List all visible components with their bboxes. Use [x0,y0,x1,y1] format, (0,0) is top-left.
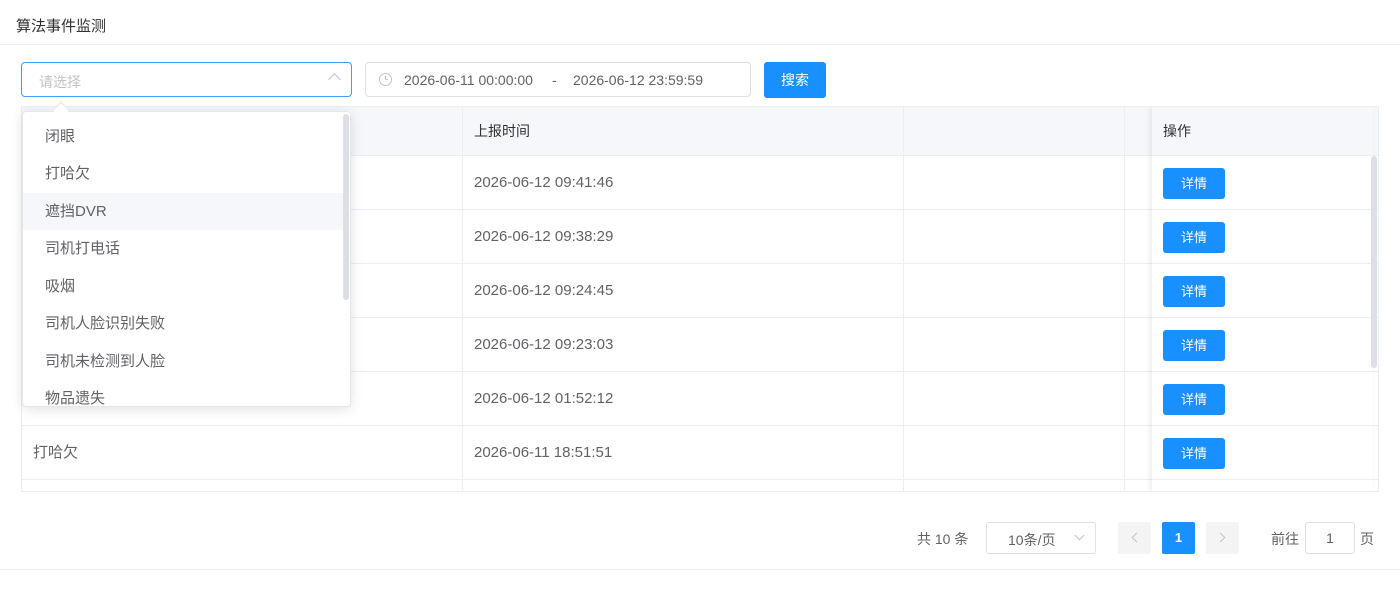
chevron-left-icon [1131,532,1142,543]
event-type-select[interactable]: 请选择 [21,62,352,97]
dropdown-option[interactable]: 司机打电话 [23,230,343,267]
extra-cell [904,264,1125,318]
column-header-extra [904,107,1125,156]
search-button[interactable]: 搜索 [764,62,826,98]
date-separator: - [552,72,557,88]
column-header-action: 操作 [1152,107,1373,156]
time-cell: 2026-06-11 18:51:51 [463,426,904,480]
extra-cell [904,156,1125,210]
detail-button[interactable]: 详情 [1163,438,1225,469]
event-cell [22,480,463,491]
dropdown-option[interactable]: 物品遗失 [23,380,343,406]
time-cell: 2026-06-12 09:41:46 [463,156,904,210]
page-size-value: 10条/页 [1008,532,1056,548]
date-start-input[interactable]: 2026-06-11 00:00:00 [404,72,533,88]
dropdown-option[interactable]: 司机人脸识别失败 [23,305,343,342]
dropdown-option[interactable]: 闭眼 [23,118,343,155]
extra-cell [904,480,1125,491]
chevron-up-icon [328,73,341,86]
action-cell: 详情 [1152,426,1373,480]
page-title: 算法事件监测 [16,18,107,35]
extra-cell [904,318,1125,372]
footer-divider [0,569,1400,570]
goto-label: 前往 [1271,531,1299,547]
action-cell: 详情 [1152,264,1373,318]
detail-button[interactable]: 详情 [1163,330,1225,361]
dropdown-option[interactable]: 遮挡DVR [23,193,343,230]
chevron-right-icon [1215,532,1226,543]
page-header: 算法事件监测 [0,0,1400,45]
extra-cell [904,372,1125,426]
detail-button[interactable]: 详情 [1163,168,1225,199]
page-number-current[interactable]: 1 [1162,522,1195,554]
column-header-time: 上报时间 [463,107,904,156]
action-cell: 详情 [1152,318,1373,372]
event-type-dropdown: 闭眼 打哈欠 遮挡DVR 司机打电话 吸烟 司机人脸识别失败 司机未检测到人脸 … [22,111,351,407]
action-cell: 详情 [1152,372,1373,426]
table-scrollbar[interactable] [1371,156,1377,368]
time-cell: 2026-06-12 09:24:45 [463,264,904,318]
time-cell: 2026-06-12 09:38:29 [463,210,904,264]
detail-button[interactable]: 详情 [1163,276,1225,307]
detail-button[interactable]: 详情 [1163,384,1225,415]
prev-page-button[interactable] [1118,522,1151,554]
time-cell: 2026-06-12 01:52:12 [463,372,904,426]
date-range-picker[interactable]: 2026-06-11 00:00:00 - 2026-06-12 23:59:5… [365,62,751,97]
time-cell: 2026-06-12 09:23:03 [463,318,904,372]
detail-button[interactable]: 详情 [1163,222,1225,253]
goto-page-input[interactable]: 1 [1305,522,1355,554]
dropdown-option[interactable]: 司机未检测到人脸 [23,343,343,380]
event-type-placeholder: 请选择 [39,74,81,90]
page-size-select[interactable]: 10条/页 [986,522,1096,554]
time-cell [463,480,904,491]
clock-icon [379,73,392,86]
chevron-down-icon [1074,530,1085,541]
date-end-input[interactable]: 2026-06-12 23:59:59 [573,72,703,88]
pagination-total: 共 10 条 [917,531,969,547]
dropdown-option[interactable]: 吸烟 [23,268,343,305]
fixed-action-column: 操作 详情 详情 详情 详情 详情 详情 [1152,107,1373,491]
page-unit-label: 页 [1360,531,1374,547]
action-cell: 详情 [1152,156,1373,210]
next-page-button[interactable] [1206,522,1239,554]
dropdown-option[interactable]: 打哈欠 [23,155,343,192]
extra-cell [904,210,1125,264]
event-cell: 打哈欠 [22,426,463,480]
dropdown-scrollbar[interactable] [343,114,349,300]
action-cell: 详情 [1152,210,1373,264]
extra-cell [904,426,1125,480]
